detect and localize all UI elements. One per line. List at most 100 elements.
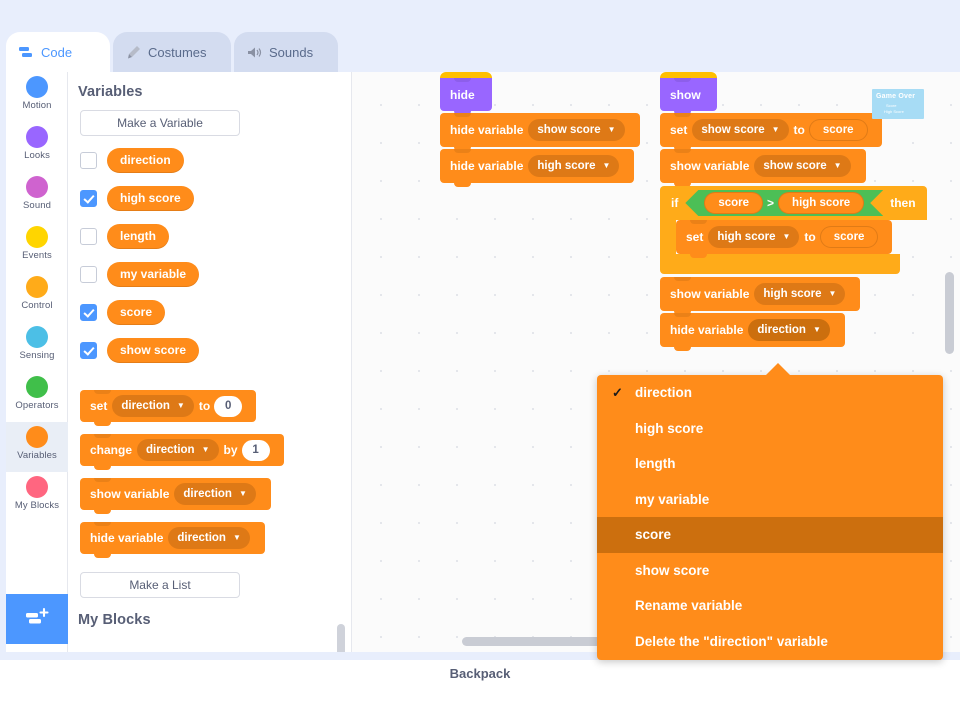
variable-checkbox-length[interactable] — [80, 227, 97, 245]
menu-item-my-variable[interactable]: my variable — [597, 482, 943, 518]
chevron-down-icon: ▼ — [828, 289, 837, 298]
variable-pill-direction[interactable]: direction — [107, 147, 184, 173]
variable-pill-length[interactable]: length — [107, 223, 169, 249]
menu-item-score[interactable]: score — [597, 517, 943, 553]
brush-icon — [125, 45, 142, 60]
game-over-line3: High Score — [884, 109, 904, 114]
tab-bar: Code Costumes Sounds — [0, 32, 960, 72]
palette-scrollbar[interactable] — [337, 624, 345, 652]
category-sound[interactable]: Sound — [6, 172, 68, 222]
show-variable-label: show variable — [670, 159, 750, 173]
hide-variable-block-dropdown[interactable]: direction ▼ — [168, 527, 250, 549]
variable-dropdown-menu[interactable]: ✓ direction high score length my variabl… — [597, 375, 943, 660]
set-high-score-block[interactable]: set high score ▼ to score — [676, 220, 893, 258]
variable-pill-high-score[interactable]: high score — [107, 185, 194, 211]
hide-variable-direction-block[interactable]: hide variable direction ▼ — [660, 313, 845, 351]
operand-right-reporter[interactable]: high score — [778, 192, 864, 214]
variable-pill-my-variable[interactable]: my variable — [107, 261, 200, 287]
category-label: Looks — [24, 150, 50, 161]
hide-variable-show-score-block[interactable]: hide variable show score ▼ — [440, 113, 640, 151]
category-sensing[interactable]: Sensing — [6, 322, 68, 372]
variable-pill-show-score[interactable]: show score — [107, 337, 200, 363]
category-control[interactable]: Control — [6, 272, 68, 322]
show-variable-show-score-block[interactable]: show variable show score ▼ — [660, 149, 866, 187]
variable-checkbox-score[interactable] — [80, 303, 97, 321]
category-events[interactable]: Events — [6, 222, 68, 272]
hide-variable-value: show score — [537, 124, 601, 136]
set-show-score-block[interactable]: set show score ▼ to score — [660, 113, 882, 151]
backpack-label[interactable]: Backpack — [0, 666, 960, 681]
scratch-editor: Code Costumes Sounds Motion Looks Sound … — [0, 0, 960, 720]
hide-variable-high-score-block[interactable]: hide variable high score ▼ — [440, 149, 635, 187]
tab-code[interactable]: Code — [6, 32, 110, 72]
greater-than-operator-block[interactable]: score > high score — [685, 190, 883, 216]
if-then-block[interactable]: if score > high score then set high scor… — [660, 186, 927, 274]
menu-item-length[interactable]: length — [597, 446, 943, 482]
chevron-down-icon: ▼ — [607, 125, 616, 134]
hide-variable-dropdown[interactable]: show score ▼ — [528, 119, 625, 141]
hide-variable-direction-dropdown[interactable]: direction ▼ — [748, 319, 830, 341]
change-block-value-input[interactable]: 1 — [241, 439, 270, 461]
show-variable-dropdown[interactable]: high score ▼ — [754, 283, 846, 305]
show-variable-value: high score — [763, 288, 822, 300]
hide-variable-label: hide variable — [670, 323, 744, 337]
tab-code-label: Code — [41, 44, 73, 60]
chevron-down-icon: ▼ — [833, 161, 842, 170]
change-block-dropdown[interactable]: direction ▼ — [137, 439, 219, 461]
tab-costumes-label: Costumes — [148, 44, 207, 60]
menu-item-rename-variable[interactable]: Rename variable — [597, 588, 943, 624]
operator-symbol: > — [767, 196, 775, 210]
set-block-dropdown[interactable]: direction ▼ — [112, 395, 194, 417]
variable-checkbox-show-score[interactable] — [80, 341, 97, 359]
category-variables[interactable]: Variables — [6, 422, 68, 472]
block-palette[interactable]: Variables Make a Variable direction high… — [68, 72, 352, 652]
show-variable-high-score-block[interactable]: show variable high score ▼ — [660, 277, 861, 315]
set-variable-value: show score — [701, 124, 765, 136]
inner-set-dropdown[interactable]: high score ▼ — [708, 226, 800, 248]
set-variable-dropdown[interactable]: show score ▼ — [692, 119, 789, 141]
menu-item-show-score[interactable]: show score — [597, 553, 943, 589]
palette-variable-row: high score — [80, 184, 351, 212]
show-block-label: show — [670, 87, 701, 102]
menu-item-label: direction — [635, 385, 693, 401]
tab-sounds[interactable]: Sounds — [234, 32, 338, 72]
variable-pill-score[interactable]: score — [107, 299, 166, 325]
hide-variable-value: high score — [537, 160, 596, 172]
category-motion[interactable]: Motion — [6, 72, 68, 122]
show-block[interactable]: show — [660, 78, 717, 115]
set-block-value-input[interactable]: 0 — [214, 395, 243, 417]
palette-block-show-variable[interactable]: show variable direction ▼ — [80, 478, 351, 514]
operand-left-reporter[interactable]: score — [704, 192, 763, 214]
menu-item-high-score[interactable]: high score — [597, 411, 943, 447]
make-a-variable-button[interactable]: Make a Variable — [80, 110, 240, 136]
variable-checkbox-high-score[interactable] — [80, 189, 97, 207]
make-a-list-button[interactable]: Make a List — [80, 572, 240, 598]
add-extension-button[interactable] — [6, 594, 68, 644]
show-variable-block-dropdown[interactable]: direction ▼ — [174, 483, 256, 505]
tab-costumes[interactable]: Costumes — [113, 32, 231, 72]
canvas-vertical-scrollbar[interactable] — [945, 272, 954, 354]
menu-item-delete-variable[interactable]: Delete the "direction" variable — [597, 624, 943, 660]
palette-block-set[interactable]: set direction ▼ to 0 — [80, 390, 351, 426]
dropdown-pointer — [765, 363, 791, 376]
category-operators[interactable]: Operators — [6, 372, 68, 422]
menu-item-label: Delete the "direction" variable — [635, 633, 828, 649]
if-then-header[interactable]: if score > high score then — [660, 186, 927, 220]
palette-block-hide-variable[interactable]: hide variable direction ▼ — [80, 522, 351, 558]
hide-variable-dropdown[interactable]: high score ▼ — [528, 155, 620, 177]
inner-score-reporter[interactable]: score — [819, 226, 879, 248]
script-stack-hide[interactable]: hide hide variable show score ▼ hide var… — [440, 72, 640, 187]
hide-block[interactable]: hide — [440, 78, 492, 115]
palette-block-change[interactable]: change direction ▼ by 1 — [80, 434, 351, 470]
check-icon: ✓ — [612, 384, 623, 400]
category-looks[interactable]: Looks — [6, 122, 68, 172]
category-dot — [26, 426, 48, 448]
menu-item-direction[interactable]: ✓ direction — [597, 375, 943, 411]
score-reporter[interactable]: score — [808, 119, 868, 141]
category-dot — [26, 326, 48, 348]
hide-block-label: hide — [450, 87, 475, 102]
variable-checkbox-direction[interactable] — [80, 151, 97, 169]
variable-checkbox-my-variable[interactable] — [80, 265, 97, 283]
show-variable-dropdown[interactable]: show score ▼ — [754, 155, 851, 177]
category-my-blocks[interactable]: My Blocks — [6, 472, 68, 522]
